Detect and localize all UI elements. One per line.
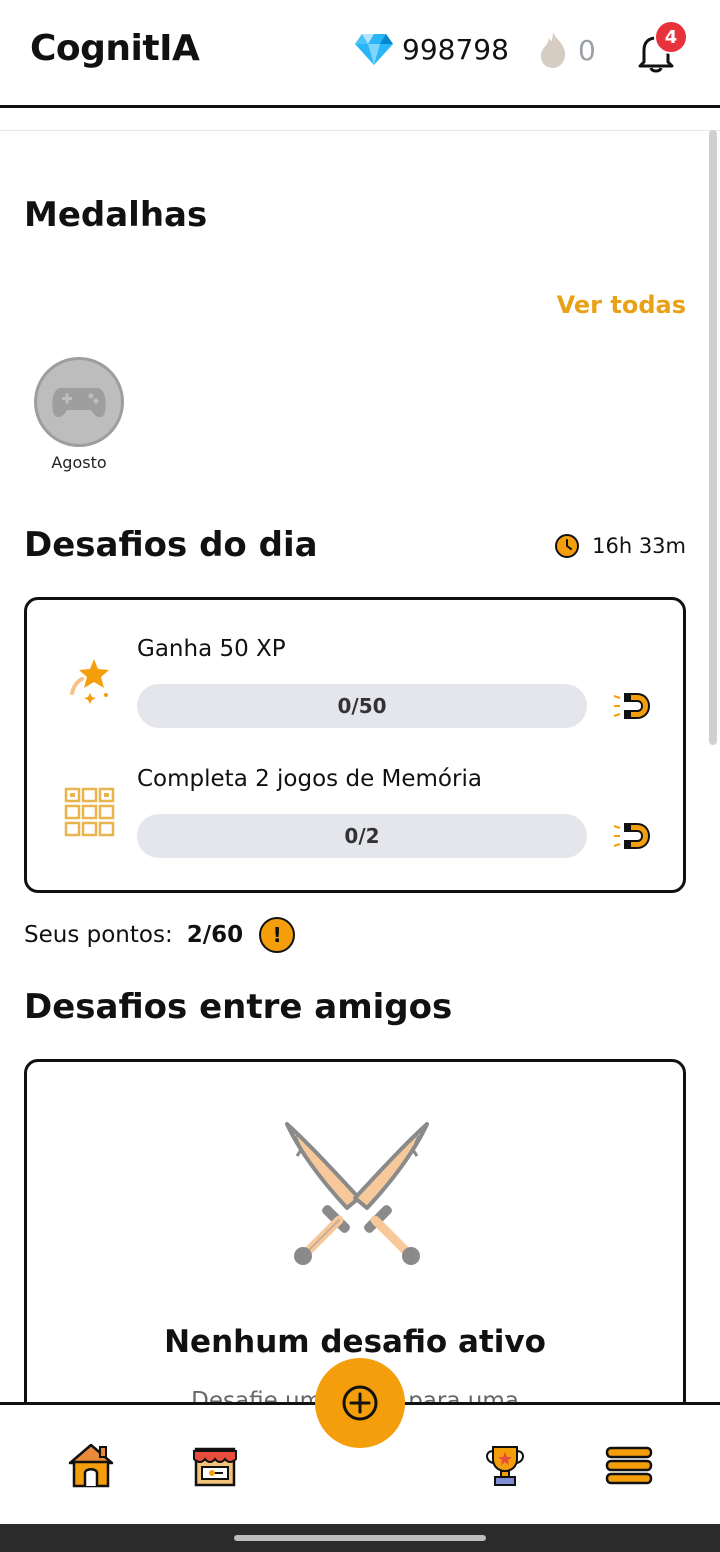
- timer-text: 16h 33m: [592, 534, 686, 558]
- magnet-icon[interactable]: [611, 688, 651, 724]
- add-button[interactable]: [315, 1358, 405, 1448]
- gems-counter[interactable]: 998798: [354, 32, 509, 66]
- star-sparkle-icon: [61, 652, 117, 708]
- magnet-icon[interactable]: [611, 818, 651, 854]
- home-gesture-pill[interactable]: [234, 1535, 486, 1541]
- medal-badge[interactable]: [34, 357, 124, 447]
- friends-challenges-card: Nenhum desafio ativo Desafie um amigo pa…: [24, 1059, 686, 1402]
- challenge-progress-bar: 0/2: [137, 814, 587, 858]
- flame-icon: [541, 32, 566, 68]
- nav-trophy[interactable]: [478, 1439, 532, 1493]
- challenge-title: Completa 2 jogos de Memória: [137, 766, 482, 792]
- crossed-swords-icon: [285, 1122, 429, 1265]
- challenge-progress-text: 0/2: [344, 824, 380, 848]
- streak-counter[interactable]: 0: [538, 30, 596, 70]
- challenge-progress-text: 0/50: [337, 694, 387, 718]
- diamond-icon: [355, 34, 393, 65]
- daily-challenges-card: Ganha 50 XP 0/50 Completa 2 jogos de Mem…: [24, 597, 686, 893]
- notification-badge: 4: [654, 20, 688, 54]
- challenge-progress-bar: 0/50: [137, 684, 587, 728]
- user-points: Seus pontos: 2/60 !: [24, 917, 296, 953]
- medals-title: Medalhas: [24, 195, 208, 235]
- nav-store[interactable]: [188, 1439, 242, 1493]
- store-icon: [193, 1447, 237, 1487]
- clock-icon: [555, 534, 580, 558]
- app-header: CognitIA 998798 0 4: [0, 0, 720, 108]
- trophy-icon: [486, 1446, 524, 1486]
- medal-label: Agosto: [51, 453, 107, 472]
- streak-value: 0: [578, 33, 596, 67]
- challenge-timer: 16h 33m: [554, 533, 686, 559]
- app-title: CognitIA: [30, 28, 200, 69]
- gems-value: 998798: [402, 32, 509, 66]
- friends-challenges-title: Desafios entre amigos: [24, 987, 453, 1027]
- menu-icon: [605, 1446, 653, 1485]
- scrollbar[interactable]: [709, 130, 717, 745]
- nav-home[interactable]: [64, 1439, 118, 1493]
- info-warning-icon[interactable]: !: [259, 917, 296, 953]
- system-navigation-bar: [0, 1524, 720, 1552]
- points-value: 2/60: [186, 922, 244, 948]
- main-content[interactable]: Medalhas Ver todas Agosto Desafios do di…: [0, 130, 720, 1402]
- challenge-title: Ganha 50 XP: [137, 636, 286, 662]
- nav-menu[interactable]: [602, 1439, 656, 1493]
- points-label: Seus pontos:: [24, 922, 173, 948]
- see-all-link[interactable]: Ver todas: [557, 291, 686, 319]
- add-icon: [342, 1385, 378, 1421]
- home-icon: [68, 1443, 114, 1488]
- memory-grid-icon: [61, 784, 117, 840]
- daily-challenges-title: Desafios do dia: [24, 525, 318, 565]
- gamepad-icon: [52, 388, 106, 418]
- empty-state-title: Nenhum desafio ativo: [164, 1324, 546, 1360]
